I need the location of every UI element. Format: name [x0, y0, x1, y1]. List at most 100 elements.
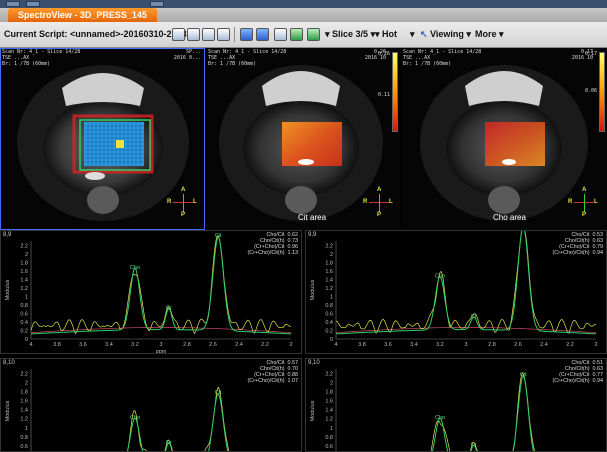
colorbar-low-value: 0.11 — [377, 92, 390, 98]
y-tick-label: 1.4 — [325, 408, 333, 414]
export-icon[interactable] — [217, 28, 230, 41]
x-tick-label: 2 — [594, 342, 597, 348]
x-tick-label: 3.8 — [358, 342, 366, 348]
y-tick-label: 1.4 — [325, 277, 333, 283]
window-button[interactable] — [150, 1, 164, 7]
fitted-spectrum-line — [431, 375, 534, 451]
x-tick-label: 2.6 — [209, 342, 217, 348]
x-tick-label: 3.2 — [436, 342, 444, 348]
window-button[interactable] — [26, 1, 40, 7]
peak-label-cr: Cr — [471, 442, 477, 448]
y-tick-label: 1 — [330, 294, 333, 300]
y-axis-label: Modulus — [5, 400, 11, 421]
pane-info: Scan Nr: 4_1 - Slice 14/28 TSE ...AX Br:… — [208, 49, 287, 67]
app-tab[interactable]: SpectroView - 3D_PRESS_145 — [8, 8, 157, 22]
y-tick-label: 2.2 — [325, 243, 333, 249]
slice-label: Slice 3/5 — [332, 29, 369, 39]
ratio-line: (Cr+Cho)/Cit(h) 1.07 — [247, 378, 298, 384]
overlay-icon[interactable] — [274, 28, 287, 41]
y-tick-label: 0.2 — [20, 328, 28, 334]
viewing-icon: ↖ — [420, 29, 428, 39]
save-icon[interactable] — [202, 28, 215, 41]
y-tick-label: 0.6 — [325, 444, 333, 450]
viewing-menu[interactable]: ↖ Viewing ▾ — [420, 29, 471, 40]
peak-label-cho: Cho — [130, 265, 140, 271]
x-tick-label: 2.6 — [514, 342, 522, 348]
viewing-label: Viewing — [430, 29, 464, 39]
peak-label-cr: Cr — [166, 305, 172, 311]
image-pane-cit-area[interactable]: Scan Nr: 4_1 - Slice 14/28 TSE ...AX Br:… — [206, 48, 400, 230]
x-tick-label: 3.6 — [79, 342, 87, 348]
x-tick-label: 2.8 — [488, 342, 496, 348]
spectra-grid-icon[interactable] — [307, 28, 320, 41]
grid-icon[interactable] — [187, 28, 200, 41]
voxel-id: 9,10 — [308, 360, 320, 366]
cube-icon[interactable] — [256, 28, 269, 41]
y-tick-label: 1.2 — [20, 286, 28, 292]
y-tick-label: 2 — [330, 381, 333, 387]
y-tick-label: 1 — [25, 426, 28, 432]
y-tick-label: 2 — [330, 252, 333, 258]
title-bar: SpectroView - 3D_PRESS_145 — [0, 8, 607, 22]
slice-selector[interactable]: ▾ Slice 3/5 ▾ — [325, 29, 375, 40]
peak-label-cr: Cr — [166, 440, 172, 446]
x-tick-label: 3.6 — [384, 342, 392, 348]
x-tick-label: 2.2 — [566, 342, 574, 348]
x-tick-label: 4 — [29, 342, 32, 348]
monitor-icon[interactable] — [240, 28, 253, 41]
colorbar — [392, 52, 398, 132]
spectrum-panel[interactable]: 8,10 Cho/Cit 0.57 Cho/Cit(h) 0.70 (Cr+Ch… — [0, 358, 302, 452]
colorbar-top-value: 0.26 — [377, 51, 390, 57]
window-button[interactable] — [6, 1, 20, 7]
x-tick-label: 3.2 — [131, 342, 139, 348]
metabolite-ratios: Cho/Cit 0.57 Cho/Cit(h) 0.70 (Cr+Cho)/Ci… — [248, 360, 298, 384]
y-tick-label: 2.2 — [20, 243, 28, 249]
y-tick-label: 1.6 — [20, 399, 28, 405]
metabolite-ratios: Cho/Cit 0.51 Cho/Cit(h) 0.63 (Cr+Cho)/Ci… — [553, 360, 603, 384]
x-tick-label: 2.4 — [540, 342, 548, 348]
colormap-selector[interactable]: ▾ Hot — [375, 29, 397, 40]
y-tick-label: 1.8 — [20, 260, 28, 266]
layout-icon[interactable] — [172, 28, 185, 41]
more-label: More — [475, 29, 497, 39]
y-tick-label: 1.8 — [325, 390, 333, 396]
y-tick-label: 1.4 — [20, 277, 28, 283]
y-tick-label: 1.2 — [325, 417, 333, 423]
spectrum-panel[interactable]: 9,10 Cho/Cit 0.51 Cho/Cit(h) 0.63 (Cr+Ch… — [305, 358, 607, 452]
y-tick-label: 2 — [25, 381, 28, 387]
raw-spectrum-line — [127, 386, 230, 451]
x-tick-label: 3.4 — [410, 342, 418, 348]
peak-label-cit: Cit — [215, 233, 222, 239]
pane-label: Cit area — [298, 213, 327, 222]
peak-label-cho: Cho — [435, 415, 445, 421]
colormap-dropdown-arrow[interactable]: ▾ — [410, 29, 415, 40]
y-tick-label: 0.2 — [325, 328, 333, 334]
current-script-label: Current Script: <unnamed>-20160310-22335… — [4, 29, 197, 39]
y-tick-label: 1.8 — [325, 260, 333, 266]
peak-label-cho: Cho — [130, 415, 140, 421]
image-viewport-row: Scan Nr: 4_1 - Slice 14/28 TSE ...AX Br:… — [0, 48, 607, 230]
spectrum-panel[interactable]: 9,9 Cho/Cit 0.53 Cho/Cit(h) 0.63 (Cr+Cho… — [305, 230, 607, 354]
x-tick-label: 3 — [464, 342, 467, 348]
colorbar — [599, 52, 605, 132]
peak-label-cr: Cr — [471, 314, 477, 320]
spectrum-panel[interactable]: 8,9 Cho/Cit 0.62 Cho/Cit(h) 0.73 (Cr+Cho… — [0, 230, 302, 354]
more-menu[interactable]: More ▾ — [475, 29, 504, 40]
x-axis-label: ppm — [156, 349, 167, 354]
spectra-grid: 8,9 Cho/Cit 0.62 Cho/Cit(h) 0.73 (Cr+Cho… — [0, 230, 607, 452]
y-axis-label: Modulus — [310, 279, 316, 300]
peak-label-cit: Cit — [520, 372, 527, 378]
y-tick-label: 2 — [25, 252, 28, 258]
y-tick-label: 0.8 — [325, 435, 333, 441]
y-tick-label: 1.6 — [20, 269, 28, 275]
x-tick-label: 3 — [159, 342, 162, 348]
y-tick-label: 0.4 — [325, 320, 333, 326]
image-pane-voxel-grid[interactable]: Scan Nr: 4_1 - Slice 14/28 TSE ...AX Br:… — [0, 48, 205, 230]
image-pane-cho-area[interactable]: Scan Nr: 4_1 - Slice 14/28 TSE ...AX Br:… — [401, 48, 607, 230]
y-tick-label: 0.8 — [20, 303, 28, 309]
y-tick-label: 1.2 — [20, 417, 28, 423]
voxel-grid-icon[interactable] — [290, 28, 303, 41]
x-tick-label: 4 — [334, 342, 337, 348]
fitted-spectrum-line — [126, 393, 229, 451]
y-tick-label: 0.8 — [325, 303, 333, 309]
